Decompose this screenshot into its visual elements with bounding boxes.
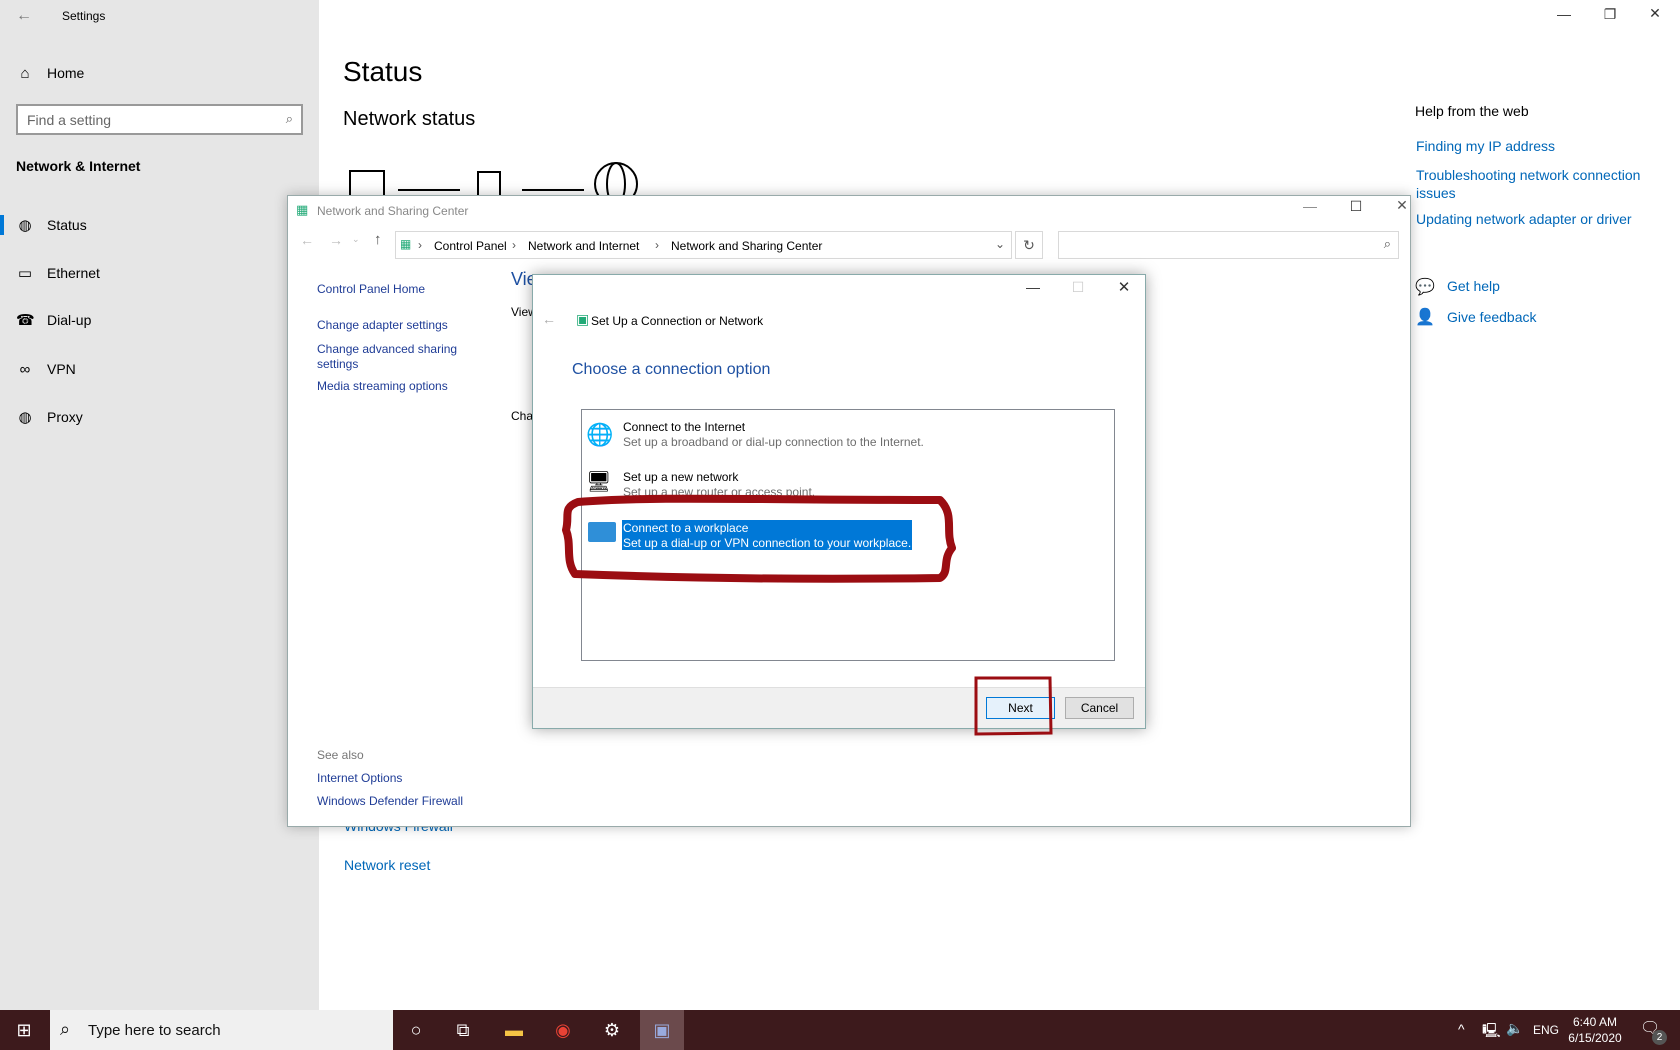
refresh-button[interactable]: ↻ (1015, 231, 1043, 259)
network-setup-icon: ▣ (576, 311, 590, 327)
workplace-icon (588, 522, 616, 542)
start-button[interactable]: ⊞ (2, 1010, 46, 1050)
control-panel-home-link[interactable]: Control Panel Home (317, 282, 425, 297)
cancel-button[interactable]: Cancel (1065, 697, 1134, 719)
internet-options-link[interactable]: Internet Options (317, 771, 402, 786)
get-help-link[interactable]: Get help (1447, 278, 1500, 294)
page-title: Status (343, 56, 423, 87)
settings-sidebar: ← Settings ⌂ Home Find a setting ⌕ Networ… (0, 0, 319, 1010)
dialog-title: Set Up a Connection or Network (591, 314, 764, 328)
sidebar-item-dialup[interactable]: ☎ Dial-up (0, 300, 319, 340)
section-title: Network & Internet (16, 158, 141, 174)
sidebar-item-ethernet[interactable]: ▭ Ethernet (0, 253, 319, 293)
ethernet-icon: ▭ (17, 265, 33, 282)
sidebar-item-vpn[interactable]: ∞ VPN (0, 349, 319, 389)
search-icon: ⌕ (285, 111, 293, 126)
volume-icon[interactable]: 🔈 (1506, 1020, 1523, 1037)
home-icon: ⌂ (20, 64, 30, 82)
network-reset-link[interactable]: Network reset (344, 857, 430, 873)
cortana-icon[interactable]: ○ (394, 1010, 438, 1050)
next-button[interactable]: Next (986, 697, 1055, 719)
give-feedback-link[interactable]: Give feedback (1447, 309, 1537, 325)
settings-gear-icon[interactable]: ⚙ (590, 1010, 634, 1050)
window-title: Settings (62, 9, 106, 23)
search-input[interactable]: ⌕ (1058, 231, 1399, 259)
language-indicator[interactable]: ENG (1533, 1023, 1559, 1037)
task-view-icon[interactable]: ⧉ (441, 1010, 485, 1050)
close-button[interactable]: ✕ (1387, 197, 1417, 214)
find-setting-input[interactable]: Find a setting ⌕ (16, 104, 303, 135)
minimize-button[interactable]: — (1549, 6, 1579, 22)
dialog-heading: Choose a connection option (572, 361, 771, 378)
network-status-heading: Network status (343, 108, 476, 130)
dialup-icon: ☎ (16, 312, 35, 329)
help-link[interactable]: Finding my IP address (1416, 138, 1555, 154)
clock[interactable]: 6:40 AM 6/15/2020 (1568, 1014, 1622, 1046)
breadcrumb-item[interactable]: Network and Internet (528, 239, 639, 253)
chevron-up-icon[interactable]: ^ (1458, 1021, 1465, 1037)
maximize-button[interactable]: ☐ (1341, 198, 1371, 215)
search-icon: ⌕ (60, 1019, 71, 1039)
minimize-button[interactable]: — (1295, 198, 1325, 214)
window-title: Network and Sharing Center (317, 204, 469, 218)
media-streaming-link[interactable]: Media streaming options (317, 379, 448, 394)
restore-button[interactable]: ❐ (1595, 6, 1625, 23)
connection-options-list: 🌐 Connect to the Internet Set up a broad… (581, 409, 1115, 661)
control-panel-taskbar-icon[interactable]: ▣ (640, 1010, 684, 1050)
get-help-icon: 💬 (1415, 279, 1435, 296)
network-icon: ▦ (400, 237, 412, 251)
nsc-subheading: Cha (511, 409, 534, 423)
network-tray-icon[interactable]: 🖳 (1482, 1020, 1501, 1044)
back-button[interactable]: ← (542, 311, 556, 327)
up-button[interactable]: ↑ (374, 231, 382, 248)
file-explorer-icon[interactable]: ▬ (492, 1010, 536, 1050)
globe-icon: ◍ (18, 409, 32, 426)
network-icon: ▦ (296, 202, 309, 217)
forward-button[interactable]: → (329, 232, 343, 248)
sidebar-item-status[interactable]: ◍ Status (0, 205, 319, 245)
minimize-button[interactable]: — (1018, 279, 1048, 295)
help-title: Help from the web (1415, 103, 1529, 119)
recent-dropdown[interactable]: ⌄ (352, 234, 360, 245)
maximize-button: ☐ (1071, 279, 1085, 295)
globe-icon: ◍ (18, 217, 32, 234)
help-link[interactable]: Updating network adapter or driver (1416, 211, 1632, 227)
chevron-down-icon[interactable]: ⌄ (995, 237, 1005, 251)
back-arrow-icon[interactable]: ← (16, 7, 32, 25)
sidebar-item-proxy[interactable]: ◍ Proxy (0, 397, 319, 437)
search-icon: ⌕ (1383, 236, 1391, 251)
taskbar-search-input[interactable]: ⌕ Type here to search (50, 1010, 393, 1050)
setup-connection-dialog: — ☐ ✕ ← ▣ Set Up a Connection or Network… (532, 274, 1146, 729)
change-sharing-link[interactable]: Change advanced sharing settings (317, 342, 467, 372)
change-adapter-link[interactable]: Change adapter settings (317, 318, 448, 333)
vpn-icon: ∞ (19, 360, 31, 378)
chrome-icon[interactable]: ◉ (541, 1010, 585, 1050)
breadcrumb-item[interactable]: Control Panel (434, 239, 507, 253)
back-button[interactable]: ← (300, 232, 314, 248)
option-connect-internet[interactable]: Connect to the Internet Set up a broadba… (582, 420, 1112, 454)
firewall-link[interactable]: Windows Defender Firewall (317, 794, 463, 809)
sidebar-home[interactable]: ⌂ Home (0, 53, 319, 93)
network-diagram-icon (349, 162, 638, 198)
breadcrumb-item[interactable]: Network and Sharing Center (671, 239, 822, 253)
option-new-network[interactable]: Set up a new network Set up a new router… (582, 470, 1112, 504)
feedback-icon: 👤 (1415, 309, 1435, 326)
address-bar[interactable]: ▦ › Control Panel › Network and Internet… (395, 231, 1012, 259)
taskbar: ⊞ ⌕ Type here to search ○ ⧉ ▬ ◉ ⚙ ▣ ^ 🖳 … (0, 1010, 1680, 1050)
notification-badge: 2 (1652, 1030, 1667, 1045)
option-connect-workplace[interactable]: Connect to a workplace Set up a dial-up … (622, 520, 912, 550)
see-also-label: See also (317, 748, 364, 762)
close-button[interactable]: ✕ (1109, 278, 1139, 296)
close-button[interactable]: ✕ (1640, 5, 1670, 22)
help-link[interactable]: Troubleshooting network connection issue… (1416, 166, 1656, 202)
